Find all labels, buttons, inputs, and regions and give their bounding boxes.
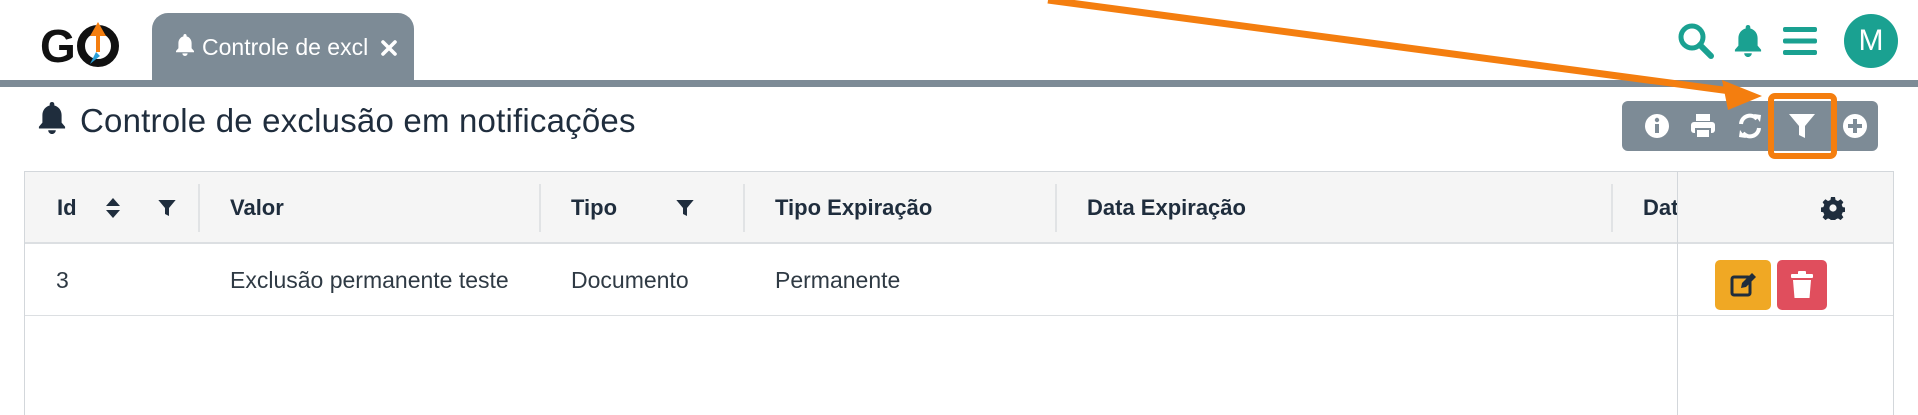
column-header-tipo-expiracao[interactable]: Tipo Expiração [775, 172, 932, 244]
page-title: Controle de exclusão em notificações [36, 100, 636, 141]
column-header-tipo[interactable]: Tipo [571, 172, 617, 244]
column-header-data-truncated[interactable]: Dat [1643, 172, 1677, 244]
column-divider [198, 184, 200, 232]
column-header-data-expiracao[interactable]: Data Expiração [1087, 172, 1246, 244]
column-header-id[interactable]: Id [57, 172, 77, 244]
cell-tipo: Documento [571, 266, 689, 293]
bell-icon [174, 33, 196, 62]
app-logo[interactable]: G [38, 18, 128, 72]
svg-text:G: G [40, 20, 76, 70]
bell-icon[interactable] [1722, 15, 1774, 67]
column-header-valor[interactable]: Valor [230, 172, 284, 244]
sort-icon[interactable] [105, 172, 121, 244]
cell-id: 3 [56, 266, 69, 293]
menu-icon[interactable] [1774, 15, 1826, 67]
column-divider [1611, 184, 1613, 232]
cell-tipo-expiracao: Permanente [775, 266, 901, 293]
column-divider [1055, 184, 1057, 232]
data-table: Id Valor Tipo Tipo Expiração Data Expira… [24, 171, 1894, 415]
print-icon[interactable] [1680, 101, 1726, 151]
filter-icon[interactable] [1767, 93, 1837, 159]
filter-icon[interactable] [675, 172, 695, 244]
filter-icon[interactable] [157, 172, 177, 244]
toolbar [1622, 93, 1878, 159]
table-header: Id Valor Tipo Tipo Expiração Data Expira… [25, 172, 1893, 244]
column-divider [743, 184, 745, 232]
bell-icon [36, 100, 68, 141]
tab-label: Controle de excl [202, 34, 368, 60]
page-title-text: Controle de exclusão em notificações [80, 101, 636, 139]
cell-valor: Exclusão permanente teste [230, 266, 509, 293]
delete-button[interactable] [1777, 260, 1827, 310]
table-row[interactable]: 3 Exclusão permanente teste Documento Pe… [25, 244, 1893, 316]
close-icon[interactable] [376, 35, 402, 61]
edit-button[interactable] [1715, 260, 1771, 310]
info-icon[interactable] [1634, 101, 1680, 151]
avatar[interactable]: M [1844, 14, 1898, 68]
tab-controle-exclusao[interactable]: Controle de excl [152, 13, 414, 82]
column-divider [539, 184, 541, 232]
edit-icon [1730, 273, 1756, 297]
trash-icon [1791, 271, 1813, 298]
header-divider [0, 80, 1918, 87]
refresh-icon[interactable] [1726, 101, 1772, 151]
top-bar: G Controle de excl M [0, 0, 1918, 82]
search-icon[interactable] [1670, 15, 1722, 67]
add-icon[interactable] [1832, 101, 1878, 151]
